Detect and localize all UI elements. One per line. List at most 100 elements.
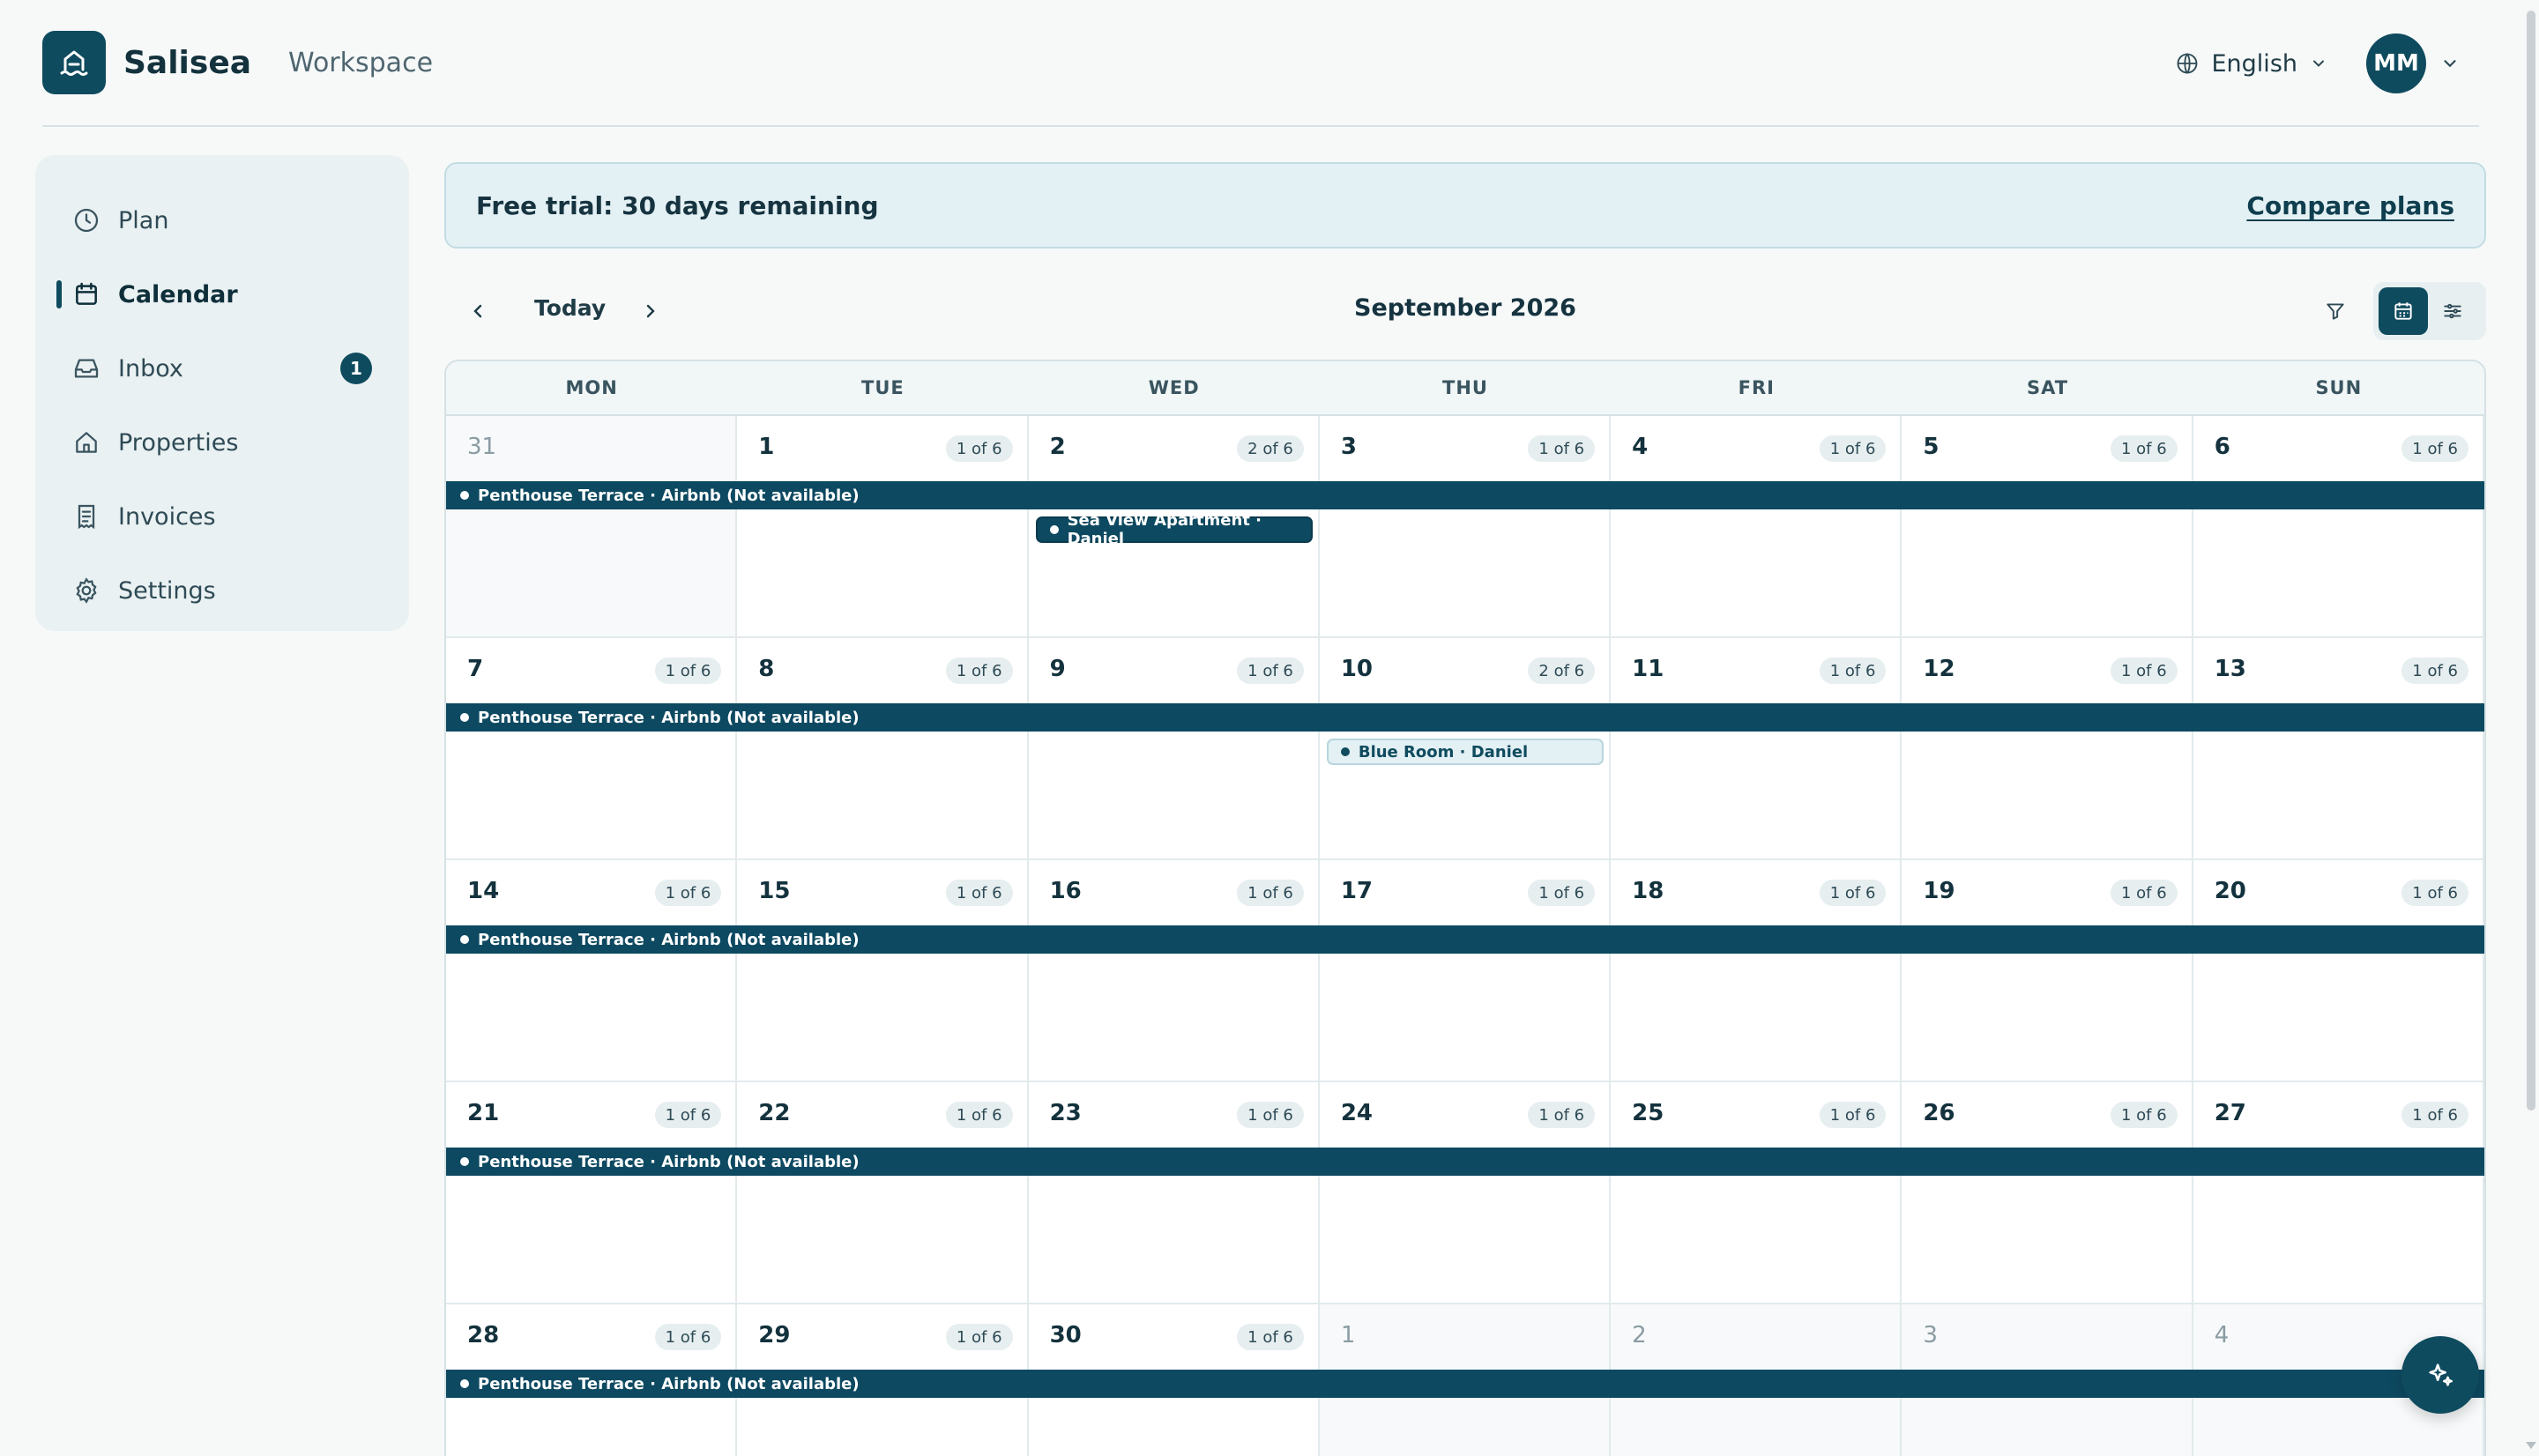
day-cell[interactable]: 15 1 of 6	[737, 860, 1029, 1081]
trial-banner: Free trial: 30 days remaining Compare pl…	[444, 162, 2486, 249]
event-dot	[460, 935, 469, 944]
occupancy-badge: 1 of 6	[654, 1324, 722, 1350]
sidebar-item-inbox[interactable]: Inbox 1	[35, 331, 409, 405]
event-dot	[460, 1379, 469, 1388]
account-menu-toggle[interactable]	[2440, 54, 2460, 73]
scroll-down-arrow[interactable]	[2526, 1442, 2536, 1449]
weekday-header: MON TUE WED THU FRI SAT SUN	[446, 361, 2484, 416]
timeline-view-button[interactable]	[2428, 287, 2477, 335]
weekday-label: THU	[1442, 377, 1488, 398]
day-cell[interactable]: 26 1 of 6	[1902, 1082, 2193, 1303]
sidebar-item-label: Inbox	[118, 354, 183, 383]
day-number: 30	[1049, 1322, 1082, 1348]
day-cell[interactable]: 27 1 of 6	[2193, 1082, 2484, 1303]
booking-pill[interactable]: Sea View Apartment · Daniel	[1035, 511, 1313, 548]
day-cell[interactable]: 14 1 of 6	[446, 860, 738, 1081]
day-number: 16	[1049, 878, 1082, 904]
day-cell[interactable]: 22 1 of 6	[737, 1082, 1029, 1303]
sidebar-item-calendar[interactable]: Calendar	[35, 257, 409, 331]
day-cell[interactable]: 12 1 of 6	[1902, 638, 2193, 858]
sidebar: Plan Calendar Inbox 1 Properties Invoice…	[35, 155, 409, 631]
occupancy-badge: 2 of 6	[1237, 435, 1304, 462]
day-number: 2	[1049, 434, 1066, 460]
clock-icon	[72, 206, 101, 234]
sidebar-item-plan[interactable]: Plan	[35, 183, 409, 257]
month-calendar: MON TUE WED THU FRI SAT SUN 31 1 1 of 622 …	[444, 360, 2486, 1456]
day-cell[interactable]: 20 1 of 6	[2193, 860, 2484, 1081]
booking-label: Penthouse Terrace · Airbnb (Not availabl…	[478, 930, 860, 949]
day-number: 12	[1923, 656, 1955, 682]
weekday-label: FRI	[1738, 377, 1775, 398]
occupancy-badge: 1 of 6	[2110, 657, 2178, 684]
compare-plans-link[interactable]: Compare plans	[2246, 191, 2454, 220]
calendar-toolbar: Today September 2026	[444, 280, 2486, 342]
day-number: 5	[1923, 434, 1940, 460]
booking-pill[interactable]: Blue Room · Daniel	[1326, 739, 1605, 765]
month-view-button[interactable]	[2379, 287, 2428, 335]
day-cell[interactable]: 21 1 of 6	[446, 1082, 738, 1303]
day-cell[interactable]: 18 1 of 6	[1611, 860, 1902, 1081]
booking-label: Penthouse Terrace · Airbnb (Not availabl…	[478, 708, 860, 727]
occupancy-badge: 2 of 6	[1528, 657, 1596, 684]
day-cell[interactable]: 8 1 of 6	[737, 638, 1029, 858]
blocked-booking-bar[interactable]: Penthouse Terrace · Airbnb (Not availabl…	[446, 1370, 2484, 1398]
view-toggle	[2373, 282, 2486, 340]
filter-button[interactable]	[2319, 294, 2352, 328]
blocked-booking-bar[interactable]: Penthouse Terrace · Airbnb (Not availabl…	[446, 481, 2484, 509]
day-number: 18	[1632, 878, 1664, 904]
day-number: 27	[2214, 1100, 2246, 1126]
occupancy-badge: 1 of 6	[945, 657, 1013, 684]
day-number: 26	[1923, 1100, 1955, 1126]
day-cell[interactable]: 1 1 of 6	[737, 416, 1029, 636]
booking-label: Blue Room · Daniel	[1358, 742, 1529, 761]
day-cell[interactable]: 7 1 of 6	[446, 638, 738, 858]
language-selector[interactable]: English	[2175, 50, 2328, 78]
app-name: Salisea	[123, 44, 252, 81]
day-cell[interactable]: 23 1 of 6	[1029, 1082, 1320, 1303]
day-cell[interactable]: 19 1 of 6	[1902, 860, 2193, 1081]
day-cell[interactable]: 13 1 of 6	[2193, 638, 2484, 858]
sparkle-icon	[2429, 1363, 2453, 1386]
occupancy-badge: 1 of 6	[654, 880, 722, 906]
day-cell[interactable]: 17 1 of 6	[1320, 860, 1612, 1081]
sidebar-item-properties[interactable]: Properties	[35, 405, 409, 479]
day-cell[interactable]: 24 1 of 6	[1320, 1082, 1612, 1303]
event-dot	[460, 491, 469, 500]
event-dot	[460, 713, 469, 722]
sidebar-item-invoices[interactable]: Invoices	[35, 479, 409, 553]
day-number: 23	[1049, 1100, 1082, 1126]
day-number: 7	[467, 656, 484, 682]
day-cell[interactable]: 31	[446, 416, 738, 636]
gear-icon	[72, 576, 101, 605]
day-cell[interactable]: 6 1 of 6	[2193, 416, 2484, 636]
day-cell[interactable]: 11 1 of 6	[1611, 638, 1902, 858]
sidebar-item-settings[interactable]: Settings	[35, 553, 409, 628]
day-cell[interactable]: 3 1 of 6	[1320, 416, 1612, 636]
page-scrollbar[interactable]	[2523, 0, 2539, 1456]
blocked-booking-bar[interactable]: Penthouse Terrace · Airbnb (Not availabl…	[446, 703, 2484, 732]
day-number: 3	[1340, 434, 1357, 460]
blocked-booking-bar[interactable]: Penthouse Terrace · Airbnb (Not availabl…	[446, 1148, 2484, 1176]
day-cell[interactable]: 16 1 of 6	[1029, 860, 1320, 1081]
calendar-week: 14 1 of 6 15 1 of 6 16 1 of 6 17 1 of 6 18 1 of 6…	[446, 860, 2484, 1082]
logo[interactable]	[42, 31, 106, 94]
day-cell[interactable]: 4 1 of 6	[1611, 416, 1902, 636]
day-cell[interactable]: 5 1 of 6	[1902, 416, 2193, 636]
event-dot	[1340, 747, 1350, 756]
day-number: 8	[758, 656, 775, 682]
day-cell[interactable]: 9 1 of 6	[1029, 638, 1320, 858]
calendar-week: 28 1 of 6 29 1 of 6 30 1 of 6 1 2 3 4 Penthouse Te…	[446, 1304, 2484, 1456]
day-number: 28	[467, 1322, 500, 1348]
day-number: 22	[758, 1100, 791, 1126]
event-dot	[460, 1157, 469, 1166]
blocked-booking-bar[interactable]: Penthouse Terrace · Airbnb (Not availabl…	[446, 925, 2484, 954]
day-number: 6	[2214, 434, 2230, 460]
avatar[interactable]: MM	[2366, 33, 2426, 93]
language-label: English	[2211, 49, 2298, 78]
occupancy-badge: 1 of 6	[2110, 435, 2178, 462]
day-cell[interactable]: 25 1 of 6	[1611, 1082, 1902, 1303]
ai-assistant-button[interactable]	[2401, 1336, 2479, 1414]
occupancy-badge: 1 of 6	[945, 880, 1013, 906]
occupancy-badge: 1 of 6	[654, 1102, 722, 1128]
scrollbar-thumb[interactable]	[2527, 11, 2535, 1111]
